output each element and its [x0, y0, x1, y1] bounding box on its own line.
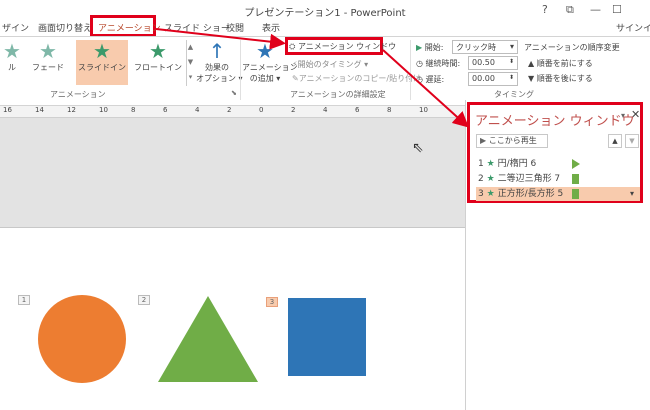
annotation-arrows: [155, 28, 469, 128]
